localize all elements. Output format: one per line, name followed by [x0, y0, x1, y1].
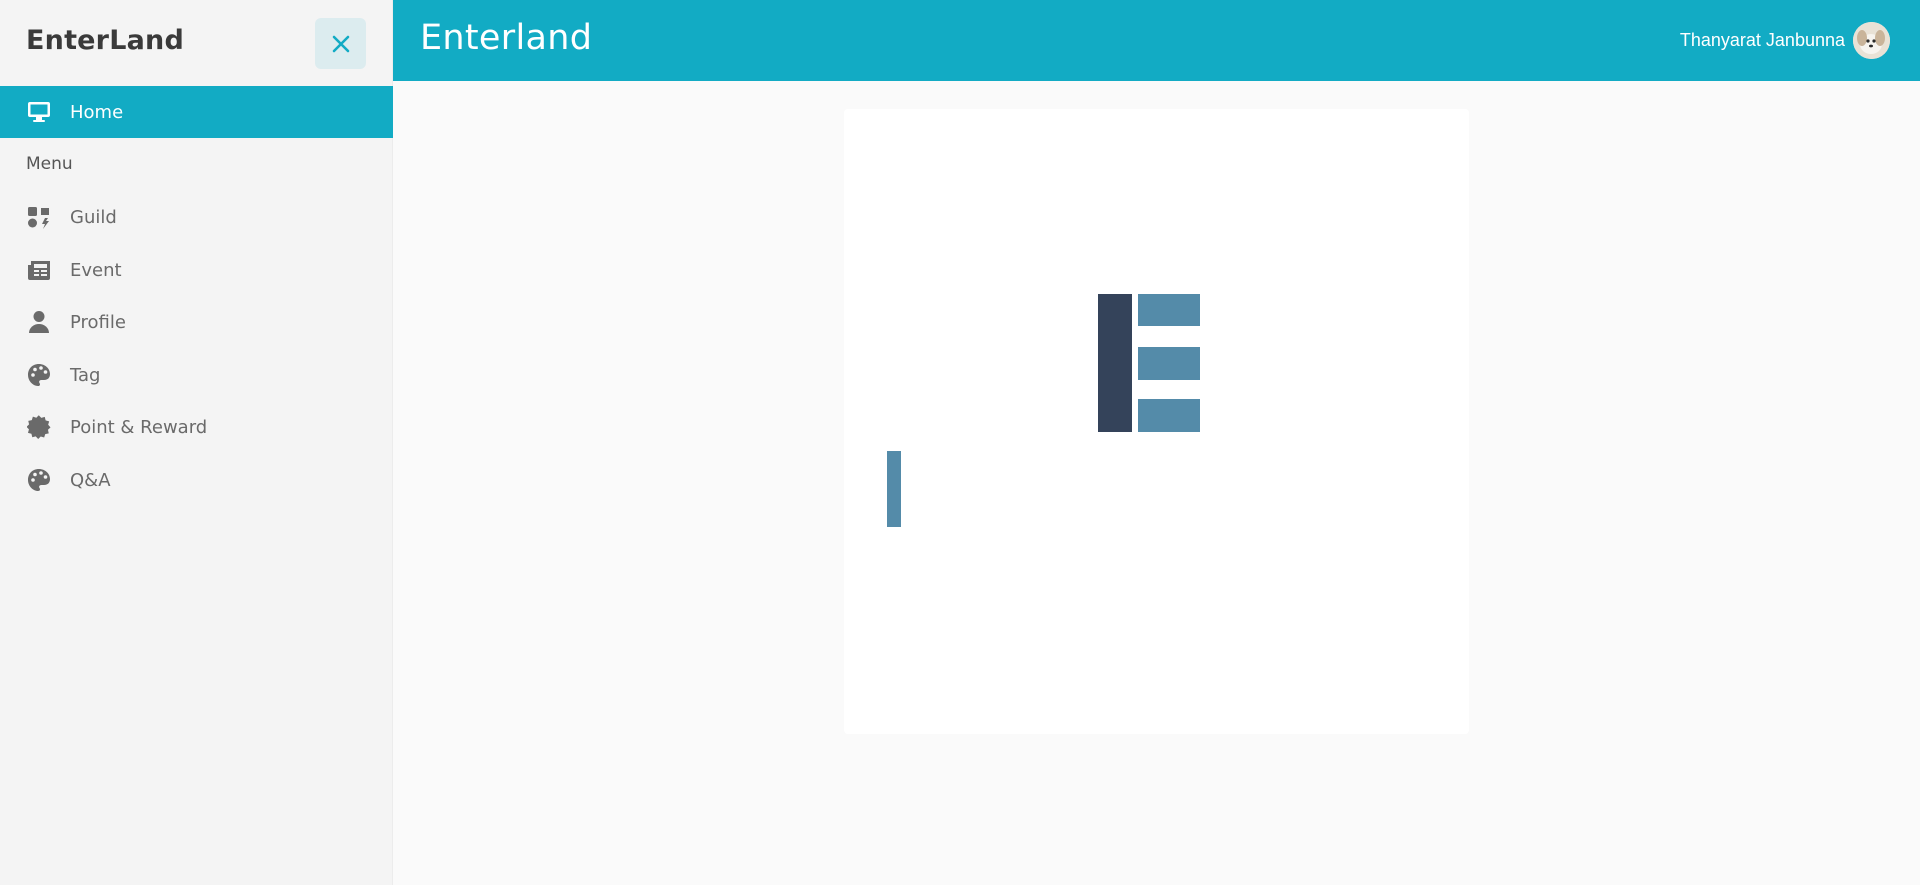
content-card [844, 109, 1469, 734]
sidebar-item-home[interactable]: Home [0, 86, 393, 138]
sidebar-item-label: Point & Reward [70, 416, 208, 438]
sidebar-item-point-reward[interactable]: Point & Reward [0, 401, 393, 453]
sidebar-item-qa[interactable]: Q&A [0, 454, 393, 506]
sidebar-item-event[interactable]: Event [0, 244, 393, 296]
sidebar-item-guild[interactable]: Guild [0, 191, 393, 243]
sidebar-item-tag[interactable]: Tag [0, 349, 393, 401]
guild-icon [27, 205, 51, 229]
top-bar: Enterland Thanyarat Janbunna [393, 0, 1920, 81]
close-sidebar-button[interactable] [315, 18, 366, 69]
page-title: Enterland [420, 18, 593, 58]
menu-heading: Menu [26, 154, 73, 174]
enterland-logo-icon [1098, 294, 1200, 432]
loading-bar-icon [887, 451, 901, 527]
sidebar-item-profile[interactable]: Profile [0, 296, 393, 348]
sidebar-item-label: Event [70, 259, 122, 281]
avatar-photo [1853, 22, 1890, 59]
sidebar-item-label: Home [70, 101, 124, 123]
sidebar-item-label: Profile [70, 311, 126, 333]
badge-icon [27, 415, 51, 439]
close-icon [332, 35, 349, 52]
sidebar-brand: EnterLand [26, 25, 184, 56]
sidebar-item-label: Tag [70, 364, 101, 386]
avatar[interactable] [1853, 22, 1890, 59]
newspaper-icon [27, 258, 51, 282]
palette-icon [27, 468, 51, 492]
sidebar: EnterLand Home Menu Guild Event Profile … [0, 0, 393, 885]
user-name[interactable]: Thanyarat Janbunna [1680, 30, 1845, 51]
sidebar-item-label: Q&A [70, 469, 111, 491]
sidebar-item-label: Guild [70, 206, 117, 228]
palette-icon [27, 363, 51, 387]
monitor-icon [27, 100, 51, 124]
user-icon [27, 310, 51, 334]
sidebar-header: EnterLand [0, 0, 392, 86]
